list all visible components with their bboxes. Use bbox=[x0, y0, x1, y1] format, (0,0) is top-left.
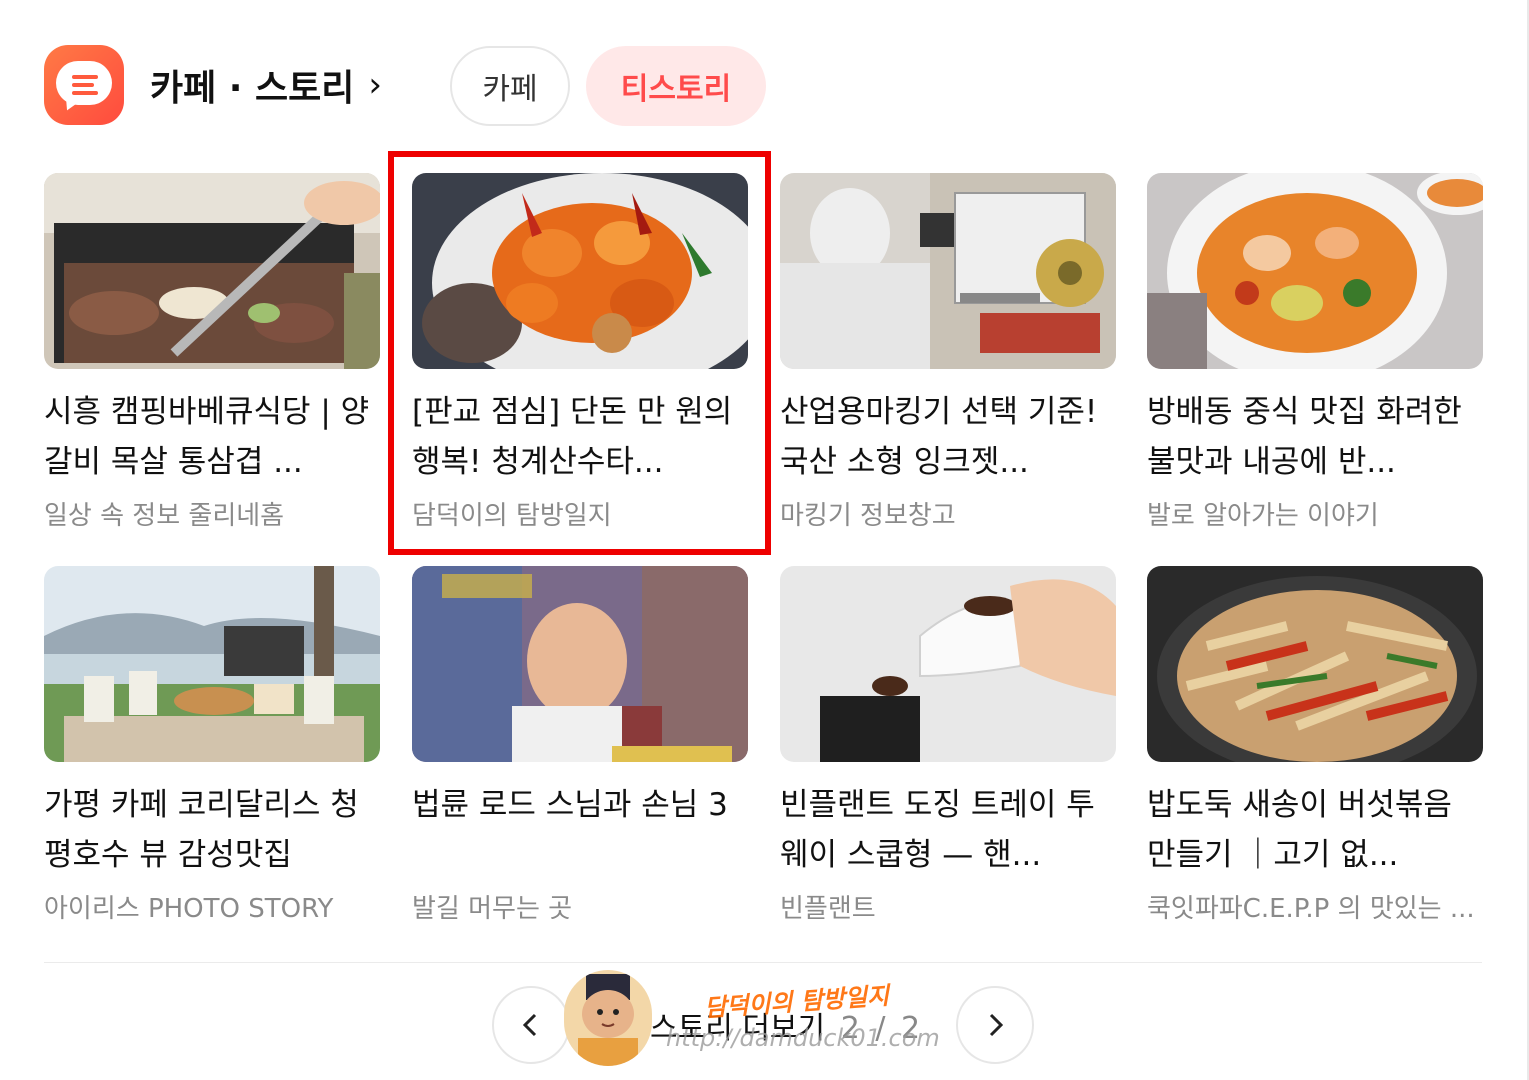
story-card[interactable]: 밥도둑 새송이 버섯볶음 만들기 ｜고기 없... 쿡잇파파C.E.P.P 의 … bbox=[1147, 566, 1483, 925]
story-card[interactable]: 산업용마킹기 선택 기준! 국산 소형 잉크젯... 마킹기 정보창고 bbox=[780, 173, 1116, 532]
card-source: 빈플랜트 bbox=[780, 894, 876, 924]
divider bbox=[44, 962, 1482, 963]
card-source: 일상 속 정보 줄리네홈 bbox=[44, 501, 285, 531]
card-title: 밥도둑 새송이 버섯볶음 만들기 ｜고기 없... bbox=[1147, 787, 1452, 873]
card-title: 빈플랜트 도징 트레이 투웨이 스쿱형 — 핸... bbox=[780, 787, 1095, 873]
card-thumbnail bbox=[780, 173, 1116, 369]
card-title: 산업용마킹기 선택 기준! 국산 소형 잉크젯... bbox=[780, 394, 1098, 480]
story-card[interactable]: 가평 카페 코리달리스 청평호수 뷰 감성맛집 아이리스 PHOTO STORY bbox=[44, 566, 380, 925]
chevron-left-icon bbox=[522, 1013, 537, 1037]
prev-page-button[interactable] bbox=[492, 986, 570, 1064]
highlight-box bbox=[388, 151, 771, 555]
card-thumbnail bbox=[44, 566, 380, 762]
card-title: 시흥 캠핑바베큐식당 | 양갈비 목살 통삼겹 ... bbox=[44, 394, 370, 480]
card-source: 발길 머무는 곳 bbox=[412, 894, 573, 924]
cafe-story-app-icon bbox=[44, 45, 124, 125]
widget-header: 카페 · 스토리 › bbox=[44, 44, 382, 126]
card-thumbnail bbox=[412, 566, 748, 762]
card-title: 방배동 중식 맛집 화려한 불맛과 내공에 반... bbox=[1147, 394, 1462, 480]
card-title: 법륜 로드 스님과 손님 3 bbox=[412, 787, 728, 823]
card-thumbnail bbox=[44, 173, 380, 369]
chevron-right-icon bbox=[989, 1013, 1004, 1037]
section-title-link[interactable]: 카페 · 스토리 › bbox=[150, 59, 382, 111]
story-card[interactable]: 방배동 중식 맛집 화려한 불맛과 내공에 반... 발로 알아가는 이야기 bbox=[1147, 173, 1483, 532]
card-source: 발로 알아가는 이야기 bbox=[1147, 501, 1379, 531]
story-card[interactable]: 법륜 로드 스님과 손님 3 발길 머무는 곳 bbox=[412, 566, 748, 925]
tab-cafe[interactable]: 카페 bbox=[450, 46, 570, 126]
tab-tistory[interactable]: 티스토리 bbox=[586, 46, 766, 126]
card-thumbnail bbox=[1147, 566, 1483, 762]
card-source: 마킹기 정보창고 bbox=[780, 501, 956, 531]
chevron-right-icon: › bbox=[368, 65, 382, 105]
card-source: 아이리스 PHOTO STORY bbox=[44, 894, 334, 924]
story-card[interactable]: 빈플랜트 도징 트레이 투웨이 스쿱형 — 핸... 빈플랜트 bbox=[780, 566, 1116, 925]
story-widget: 카페 · 스토리 › 카페 티스토리 시흥 캠핑바베큐식당 | 양갈비 목살 통… bbox=[0, 0, 1529, 1080]
card-thumbnail bbox=[780, 566, 1116, 762]
watermark-avatar bbox=[564, 970, 652, 1066]
story-card[interactable]: 시흥 캠핑바베큐식당 | 양갈비 목살 통삼겹 ... 일상 속 정보 줄리네홈 bbox=[44, 173, 380, 532]
card-title: 가평 카페 코리달리스 청평호수 뷰 감성맛집 bbox=[44, 787, 359, 873]
watermark-url: http://damduck01.com bbox=[666, 1024, 940, 1052]
card-thumbnail bbox=[1147, 173, 1483, 369]
section-title: 카페 · 스토리 bbox=[150, 68, 355, 109]
next-page-button[interactable] bbox=[956, 986, 1034, 1064]
card-source: 쿡잇파파C.E.P.P 의 맛있는 ... bbox=[1147, 894, 1475, 924]
